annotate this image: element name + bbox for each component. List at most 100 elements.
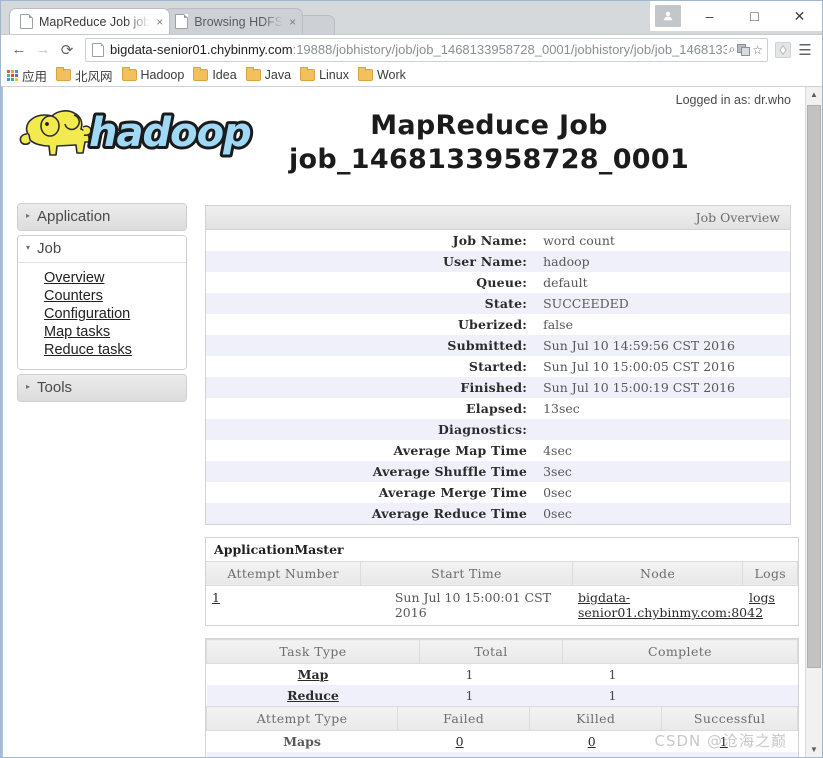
table-row: Reduce 1 1	[207, 685, 798, 706]
task-type-cell: Map	[207, 664, 420, 686]
sidebar-item-application[interactable]: ▸ Application	[18, 204, 186, 230]
attempt-killed-link[interactable]: 0	[588, 734, 596, 749]
table-row: Submitted: Sun Jul 10 14:59:56 CST 2016	[206, 335, 791, 356]
folder-icon	[300, 69, 315, 81]
browser-viewport: Logged in as: dr.who	[1, 87, 822, 757]
url-path: :19888/jobhistory/job/job_1468133958728_…	[293, 42, 727, 57]
task-complete: 1	[563, 664, 798, 686]
overview-value: Sun Jul 10 15:00:05 CST 2016	[533, 356, 790, 377]
forward-icon[interactable]: →	[31, 38, 55, 62]
main-content: Job Overview Job Name: word count User N…	[187, 203, 791, 757]
attempt-successful-link[interactable]: 1	[720, 755, 728, 757]
attempt-failed-link[interactable]: 0	[456, 755, 464, 757]
am-node-link[interactable]: bigdata-senior01.chybinmy.com:8042	[578, 590, 733, 621]
page-info-icon[interactable]	[92, 43, 104, 57]
back-icon[interactable]: ←	[7, 38, 31, 62]
chevron-right-icon: ▸	[26, 383, 30, 391]
sidebar-section-tools[interactable]: ▸ Tools	[17, 374, 187, 402]
sidebar-section-application[interactable]: ▸ Application	[17, 203, 187, 231]
bookmark-hadoop[interactable]: Hadoop	[122, 68, 185, 82]
minimize-button[interactable]: –	[687, 1, 732, 31]
scrollbar-track[interactable]	[806, 103, 822, 741]
overview-value: default	[533, 272, 790, 293]
translate-icon[interactable]	[737, 44, 750, 56]
bookmarks-bar: 应用 北风网 Hadoop Idea Java Linux Work	[1, 64, 822, 86]
page-favicon-icon	[175, 14, 188, 29]
task-type-map-link[interactable]: Map	[298, 667, 329, 682]
am-attempt-link[interactable]: 1	[212, 590, 220, 605]
extension-button[interactable]	[772, 39, 794, 61]
bookmark-apps[interactable]: 应用	[7, 66, 47, 85]
sidebar-link-map-tasks[interactable]: Map tasks	[44, 324, 110, 340]
page-scrollbar[interactable]: ▲ ▼	[805, 87, 822, 757]
attempt-failed-link[interactable]: 0	[456, 734, 464, 749]
attempt-failed: 0	[398, 752, 530, 757]
address-bar[interactable]: bigdata-senior01.chybinmy.com:19888/jobh…	[85, 38, 768, 62]
overview-key: Average Map Time	[206, 440, 534, 461]
overview-key: Diagnostics:	[206, 419, 534, 440]
am-attempt-number: 1	[206, 585, 361, 625]
chrome-menu-icon[interactable]: ☰	[794, 39, 816, 61]
attempt-type-cell: Reduces	[207, 752, 398, 757]
tab-mapreduce-job[interactable]: MapReduce Job job ×	[9, 8, 170, 34]
table-row: Average Merge Time 0sec	[206, 482, 791, 503]
sidebar-link-counters[interactable]: Counters	[44, 288, 103, 304]
sidebar-item-job[interactable]: ▾ Job	[18, 236, 186, 263]
tab-browsing-hdfs[interactable]: Browsing HDFS ×	[164, 8, 303, 34]
table-row: 1 Sun Jul 10 15:00:01 CST 2016 bigdata-s…	[206, 585, 798, 625]
list-item: Reduce tasks	[44, 341, 186, 358]
person-icon[interactable]	[655, 5, 681, 27]
list-item: Map tasks	[44, 323, 186, 340]
table-row: Queue: default	[206, 272, 791, 293]
zoom-icon[interactable]: ⌕	[729, 42, 736, 57]
application-master-table: Attempt Number Start Time Node Logs 1 Su…	[206, 561, 798, 625]
am-start-time: Sun Jul 10 15:00:01 CST 2016	[361, 585, 572, 625]
table-header-row: Attempt Number Start Time Node Logs	[206, 561, 798, 585]
table-row: Started: Sun Jul 10 15:00:05 CST 2016	[206, 356, 791, 377]
maximize-button[interactable]: □	[732, 1, 777, 31]
tab-close-icon[interactable]: ×	[156, 16, 163, 28]
page-favicon-icon	[20, 14, 33, 29]
task-total: 1	[420, 664, 563, 686]
column-header-start-time: Start Time	[361, 561, 572, 585]
bookmark-label: 北风网	[75, 66, 113, 85]
page-body: ▸ Application ▾ Job Overview Counters Co…	[3, 203, 805, 757]
job-overview-caption: Job Overview	[205, 205, 791, 229]
bookmark-java[interactable]: Java	[246, 68, 291, 82]
bookmark-label: Idea	[212, 68, 236, 82]
task-type-reduce-link[interactable]: Reduce	[287, 688, 339, 703]
sidebar-link-configuration[interactable]: Configuration	[44, 306, 130, 322]
scroll-up-arrow-icon[interactable]: ▲	[806, 87, 822, 103]
bookmark-label: Java	[265, 68, 291, 82]
am-logs-link[interactable]: logs	[749, 590, 775, 605]
hadoop-logo[interactable]: hadoop hadoop	[17, 101, 270, 163]
csdn-watermark: CSDN @沧海之巅	[654, 730, 787, 751]
sidebar-link-overview[interactable]: Overview	[44, 270, 104, 286]
bookmark-work[interactable]: Work	[358, 68, 406, 82]
column-header-attempt-type: Attempt Type	[207, 707, 398, 731]
close-window-button[interactable]: ✕	[777, 1, 822, 31]
bookmark-beifengwang[interactable]: 北风网	[56, 66, 113, 85]
column-header-total: Total	[420, 640, 563, 664]
attempt-killed-link[interactable]: 0	[588, 755, 596, 757]
reload-icon[interactable]: ⟳	[55, 38, 79, 62]
browser-window: MapReduce Job job × Browsing HDFS × – □ …	[0, 0, 823, 758]
table-row: Average Map Time 4sec	[206, 440, 791, 461]
overview-value: 0sec	[533, 503, 790, 525]
sidebar-item-tools[interactable]: ▸ Tools	[18, 375, 186, 401]
bookmark-linux[interactable]: Linux	[300, 68, 349, 82]
overview-key: Submitted:	[206, 335, 534, 356]
overview-value: 13sec	[533, 398, 790, 419]
overview-value	[533, 419, 790, 440]
am-node: bigdata-senior01.chybinmy.com:8042	[572, 585, 743, 625]
bookmark-idea[interactable]: Idea	[193, 68, 236, 82]
scroll-down-arrow-icon[interactable]: ▼	[806, 741, 822, 757]
overview-key: Job Name:	[206, 229, 534, 251]
tab-close-icon[interactable]: ×	[289, 16, 296, 28]
sidebar-link-reduce-tasks[interactable]: Reduce tasks	[44, 342, 132, 358]
window-controls: – □ ✕	[655, 1, 822, 31]
table-header-row: Attempt Type Failed Killed Successful	[207, 707, 798, 731]
scrollbar-thumb[interactable]	[807, 105, 821, 669]
bookmark-star-icon[interactable]: ☆	[752, 43, 763, 57]
application-master-title: ApplicationMaster	[206, 538, 798, 561]
